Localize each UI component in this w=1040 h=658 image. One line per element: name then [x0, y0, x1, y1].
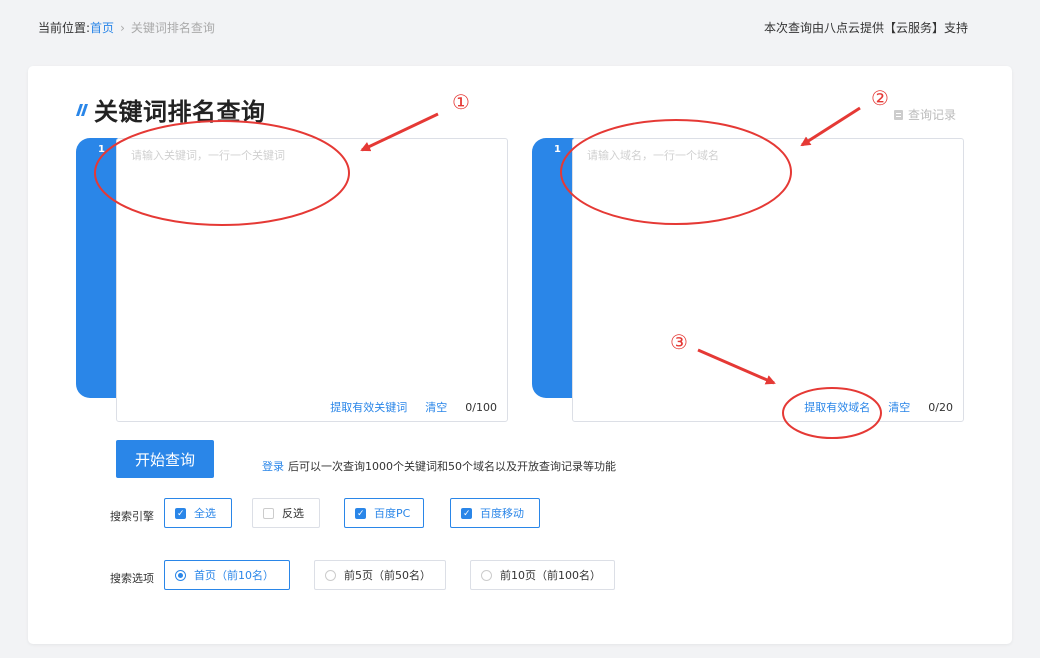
search-option-label: 前5页（前50名） — [344, 569, 431, 582]
domain-count: 0/20 — [928, 400, 953, 414]
engine-option-invert[interactable]: 反选 — [252, 498, 320, 528]
engine-option-label: 百度移动 — [480, 507, 524, 520]
search-option-top5[interactable]: 前5页（前50名） — [314, 560, 446, 590]
search-option-top10[interactable]: 前10页（前100名） — [470, 560, 615, 590]
history-link[interactable]: 查询记录 — [893, 106, 956, 123]
annotation-number-1: ① — [452, 90, 470, 114]
breadcrumb: 当前位置:首页 › 关键词排名查询 — [38, 19, 215, 36]
breadcrumb-label: 当前位置: — [38, 21, 91, 35]
page-title: 关键词排名查询 — [94, 98, 266, 126]
title-wrap: 关键词排名查询 — [76, 92, 266, 127]
engine-option-baidu-mobile[interactable]: ✓ 百度移动 — [450, 498, 540, 528]
search-option-label: 前10页（前100名） — [500, 569, 601, 582]
annotation-number-3: ③ — [670, 330, 688, 354]
breadcrumb-current: 关键词排名查询 — [130, 21, 215, 35]
chevron-right-icon: › — [120, 21, 125, 35]
keyword-input[interactable] — [129, 145, 493, 389]
provider-text: 本次查询由八点云提供【云服务】支持 — [763, 21, 968, 35]
extract-keywords-link[interactable]: 提取有效关键词 — [330, 399, 407, 415]
checkbox-icon: ✓ — [355, 507, 366, 519]
history-icon — [893, 109, 903, 120]
keyword-count: 0/100 — [465, 400, 497, 414]
domain-input[interactable] — [585, 145, 949, 389]
search-option-first-page[interactable]: 首页（前10名） — [164, 560, 290, 590]
search-option-label: 首页（前10名） — [194, 569, 274, 582]
engine-option-baidu-pc[interactable]: ✓ 百度PC — [344, 498, 424, 528]
login-link[interactable]: 登录 — [262, 460, 284, 473]
clear-domains-link[interactable]: 清空 — [888, 399, 910, 415]
annotation-number-2: ② — [871, 86, 889, 110]
engine-option-label: 百度PC — [374, 507, 411, 520]
extract-domains-link[interactable]: 提取有效域名 — [804, 399, 870, 415]
checkbox-icon: ✓ — [175, 507, 186, 519]
domain-line-number: 1 — [554, 144, 561, 155]
title-mark-icon — [76, 103, 88, 116]
domain-gutter — [532, 138, 574, 398]
keyword-gutter — [76, 138, 118, 398]
top-bar: 当前位置:首页 › 关键词排名查询 本次查询由八点云提供【云服务】支持 — [0, 0, 1040, 54]
main-card: 关键词排名查询 查询记录 1 提取有效关键词 清空 0/100 1 提取有效 — [28, 66, 1012, 644]
keyword-editor: 1 提取有效关键词 清空 0/100 — [76, 136, 508, 422]
clear-keywords-link[interactable]: 清空 — [425, 399, 447, 415]
keyword-footer: 提取有效关键词 清空 0/100 — [330, 399, 497, 415]
domain-editor: 1 提取有效域名 清空 0/20 — [532, 136, 964, 422]
checkbox-icon — [263, 507, 274, 519]
keyword-box: 提取有效关键词 清空 0/100 — [116, 138, 508, 422]
engine-option-select-all[interactable]: ✓ 全选 — [164, 498, 232, 528]
engine-option-label: 全选 — [194, 507, 216, 520]
login-tip: 登录 后可以一次查询1000个关键词和50个域名以及开放查询记录等功能 — [262, 458, 616, 474]
start-query-button[interactable]: 开始查询 — [116, 440, 214, 478]
breadcrumb-home-link[interactable]: 首页 — [90, 21, 114, 35]
domain-footer: 提取有效域名 清空 0/20 — [804, 399, 953, 415]
keyword-line-number: 1 — [98, 144, 105, 155]
login-tip-text: 后可以一次查询1000个关键词和50个域名以及开放查询记录等功能 — [288, 460, 616, 473]
history-label: 查询记录 — [907, 108, 956, 122]
domain-box: 提取有效域名 清空 0/20 — [572, 138, 964, 422]
search-options-label: 搜索选项 — [110, 572, 154, 585]
radio-icon — [481, 569, 492, 581]
engine-option-label: 反选 — [282, 507, 304, 520]
search-engine-label: 搜索引擎 — [110, 510, 154, 523]
radio-icon — [325, 569, 336, 581]
checkbox-icon: ✓ — [461, 507, 472, 519]
radio-icon — [175, 569, 186, 581]
